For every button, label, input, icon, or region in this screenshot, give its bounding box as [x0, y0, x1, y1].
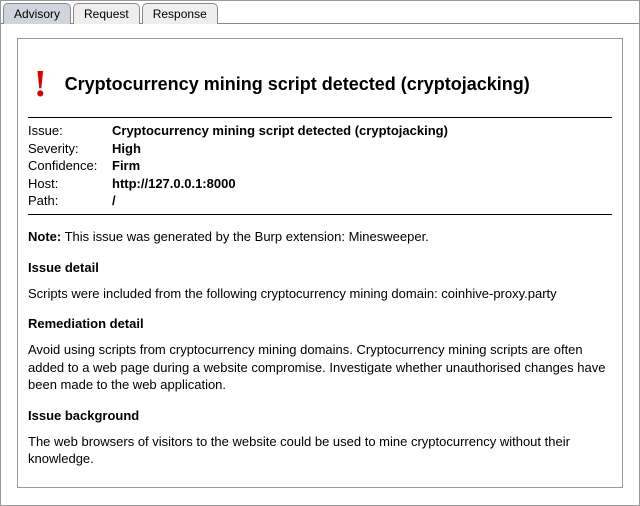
remediation-body: Avoid using scripts from cryptocurrency …	[28, 341, 612, 394]
meta-issue: Issue: Cryptocurrency mining script dete…	[28, 122, 612, 140]
meta-path: Path: /	[28, 192, 612, 210]
meta-host: Host: http://127.0.0.1:8000	[28, 175, 612, 193]
meta-block: Issue: Cryptocurrency mining script dete…	[28, 118, 612, 214]
warning-icon: !	[34, 65, 47, 103]
meta-path-label: Path:	[28, 192, 112, 210]
separator-bottom	[28, 214, 612, 215]
advisory-panel: ! Cryptocurrency mining script detected …	[17, 38, 623, 488]
meta-host-value: http://127.0.0.1:8000	[112, 175, 236, 193]
tab-request[interactable]: Request	[73, 3, 140, 24]
meta-confidence-label: Confidence:	[28, 157, 112, 175]
meta-confidence: Confidence: Firm	[28, 157, 612, 175]
meta-severity-value: High	[112, 140, 141, 158]
title-row: ! Cryptocurrency mining script detected …	[28, 47, 612, 117]
meta-issue-label: Issue:	[28, 122, 112, 140]
tab-response[interactable]: Response	[142, 3, 218, 24]
background-body: The web browsers of visitors to the webs…	[28, 433, 612, 468]
tab-bar: Advisory Request Response	[1, 1, 639, 24]
background-title: Issue background	[28, 408, 612, 423]
meta-host-label: Host:	[28, 175, 112, 193]
advisory-window: Advisory Request Response ! Cryptocurren…	[0, 0, 640, 506]
tab-advisory[interactable]: Advisory	[3, 3, 71, 24]
issue-title: Cryptocurrency mining script detected (c…	[65, 74, 530, 95]
note-text: This issue was generated by the Burp ext…	[61, 229, 429, 244]
issue-detail-title: Issue detail	[28, 260, 612, 275]
meta-issue-value: Cryptocurrency mining script detected (c…	[112, 122, 448, 140]
remediation-title: Remediation detail	[28, 316, 612, 331]
issue-detail-body: Scripts were included from the following…	[28, 285, 612, 303]
meta-severity-label: Severity:	[28, 140, 112, 158]
meta-confidence-value: Firm	[112, 157, 140, 175]
meta-severity: Severity: High	[28, 140, 612, 158]
meta-path-value: /	[112, 192, 116, 210]
note-block: Note: This issue was generated by the Bu…	[28, 229, 612, 244]
note-label: Note:	[28, 229, 61, 244]
content-area: ! Cryptocurrency mining script detected …	[1, 24, 639, 504]
